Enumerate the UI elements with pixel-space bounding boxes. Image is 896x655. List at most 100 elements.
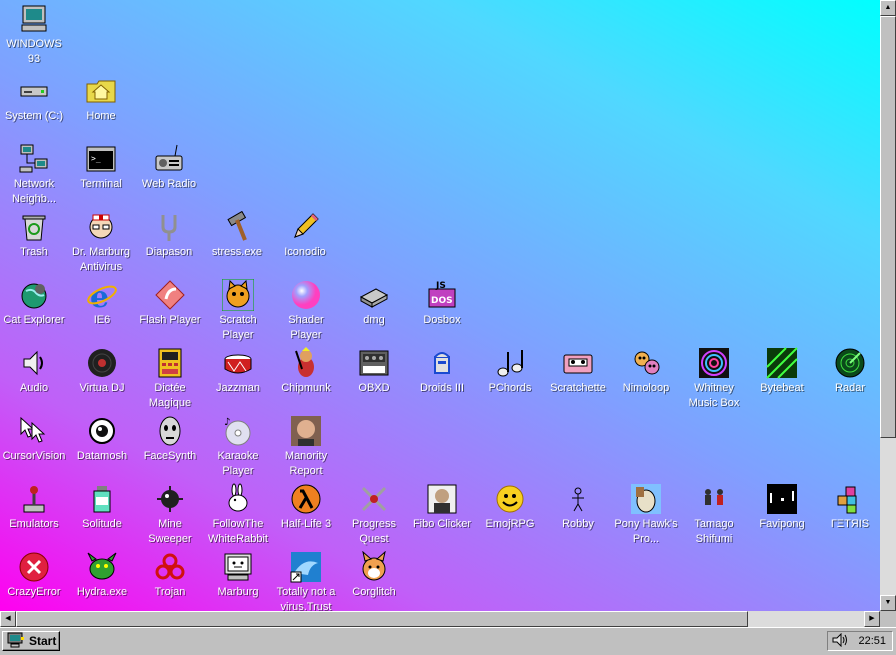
desktop-icon-ponyhawk[interactable]: Pony Hawk's Pro... [613,480,679,548]
desktop-icon-cursorvision[interactable]: CursorVision [1,412,67,480]
desktop-icon-bytebeat[interactable]: Bytebeat [749,344,815,412]
desktop-icon-ie6[interactable]: e IE6 [69,276,135,344]
desktop-icon-stress[interactable]: stress.exe [204,208,270,276]
vertical-scrollbar[interactable]: ▲ ▼ [880,0,896,611]
biohazard-icon [153,550,187,584]
desktop-icon-progressquest[interactable]: Progress Quest [341,480,407,548]
desktop-icon-label: Web Radio [141,178,197,190]
desktop-icon-trojan[interactable]: Trojan [137,548,203,611]
desktop-icon-home[interactable]: Home [68,72,134,140]
desktop-icon-label: Dosbox [423,314,461,326]
desktop-icon-favipong[interactable]: Favipong [749,480,815,548]
desktop-icon-label: CrazyError [7,586,61,598]
cassette-icon [561,346,595,380]
windows93-logo-icon [7,632,29,651]
desktop-icon-tetris[interactable]: ΓΞΤЯΙS [817,480,880,548]
desktop-icon-marburg[interactable]: Marburg [205,548,271,611]
cursors-icon [17,414,51,448]
desktop-icon-diapason[interactable]: Diapason [136,208,202,276]
desktop-icon-corglitch[interactable]: Corglitch [341,548,407,611]
desktop-icon-shader[interactable]: Shader Player [273,276,339,344]
pony-icon [629,482,663,516]
scratch-cat-icon [221,278,255,312]
scroll-right-button[interactable]: ▶ [864,611,880,627]
mine-icon [153,482,187,516]
desktop-icon-audio[interactable]: Audio [1,344,67,412]
desktop-icon-trash[interactable]: Trash [1,208,67,276]
desktop-icon-iconodio[interactable]: Iconodio [272,208,338,276]
desktop-icon-network[interactable]: Network Neighb... [1,140,67,208]
desktop-icon-virtuadj[interactable]: Virtua DJ [69,344,135,412]
desktop-icon-flashplayer[interactable]: Flash Player [137,276,203,344]
clock: 22:51 [858,635,886,647]
desktop-icon-label: Diapason [145,246,193,258]
desktop-icon-label: Trojan [154,586,186,598]
desktop-icon-dictee[interactable]: Dictée Magique [137,344,203,412]
desktop-icon-karaoke[interactable]: ♪ Karaoke Player [205,412,271,480]
desktop-icon-followrabbit[interactable]: FollowThe WhiteRabbit [205,480,271,548]
desktop-icon-scratch[interactable]: Scratch Player [205,276,271,344]
start-button[interactable]: Start [2,631,60,651]
corgi-icon [357,550,391,584]
horizontal-scroll-thumb[interactable] [16,611,748,627]
desktop-icon-label: Jazzman [215,382,261,394]
desktop-icon-terminal[interactable]: >_ Terminal [68,140,134,208]
desktop-icon-jazzman[interactable]: Jazzman [205,344,271,412]
desktop-icon-catexplorer[interactable]: Cat Explorer [1,276,67,344]
desktop: WINDOWS 93 System (C:) Home Network Neighb.… [0,0,880,611]
desktop-icon-whitney[interactable]: Whitney Music Box [681,344,747,412]
desktop-icon-label: System (C:) [4,110,64,122]
desktop-icon-label: Karaoke Player [217,450,259,477]
taskbar: Start 22:51 [0,627,896,655]
pencil-icon [288,210,322,244]
scroll-up-button[interactable]: ▲ [880,0,896,16]
desktop-icon-solitude[interactable]: Solitude [69,480,135,548]
desktop-icon-emojirpg[interactable]: EmojRPG [477,480,543,548]
note-icon [493,346,527,380]
desktop-icon-manority[interactable]: Manority Report [273,412,339,480]
desktop-icon-crazyerror[interactable]: CrazyError [1,548,67,611]
desktop-icon-marburg-av[interactable]: Dr. Marburg Antivirus [68,208,134,276]
desktop-icon-windows93[interactable]: WINDOWS 93 [1,0,67,68]
desktop-icon-system-c[interactable]: System (C:) [1,72,67,140]
desktop-icon-tamago[interactable]: Tamago Shifumi [681,480,747,548]
desktop-icon-chipmunk[interactable]: Chipmunk [273,344,339,412]
desktop-icon-minesweeper[interactable]: Mine Sweeper [137,480,203,548]
svg-text:♪: ♪ [224,417,230,428]
scroll-left-button[interactable]: ◀ [0,611,16,627]
desktop-icon-label: Radar [835,382,865,394]
volume-icon[interactable] [832,632,848,650]
desktop-icon-obxd[interactable]: OBXD [341,344,407,412]
desktop-icon-datamosh[interactable]: Datamosh [69,412,135,480]
cartridge-icon [357,278,391,312]
desktop-icon-label: Datamosh [76,450,128,462]
desktop-icon-emulators[interactable]: Emulators [1,480,67,548]
drum-icon [221,346,255,380]
desktop-icon-notavirus[interactable]: Totally not a virus.Trust [273,548,339,611]
desktop-icon-facesynth[interactable]: FaceSynth [137,412,203,480]
desktop-icon-label: ΓΞΤЯΙS [830,518,870,530]
scroll-down-button[interactable]: ▼ [880,595,896,611]
computer-icon [17,2,51,36]
desktop-icon-fiboclicker[interactable]: Fibo Clicker [409,480,475,548]
desktop-icon-webradio[interactable]: Web Radio [136,140,202,208]
vertical-scroll-thumb[interactable] [880,16,896,438]
horizontal-scrollbar[interactable]: ◀ ▶ [0,611,880,627]
start-label: Start [29,634,57,648]
desktop-icon-label: Iconodio [284,246,326,258]
desktop-icon-droids[interactable]: Droids III [409,344,475,412]
creature-icon [629,346,663,380]
desktop-icon-scratchette[interactable]: Scratchette [545,344,611,412]
desktop-icon-pchords[interactable]: PChords [477,344,543,412]
cat-globe-icon [17,278,51,312]
desktop-icon-nimoloop[interactable]: Nimoloop [613,344,679,412]
desktop-icon-robby[interactable]: Robby [545,480,611,548]
lambda-icon [289,482,323,516]
desktop-icon-dmg[interactable]: dmg [341,276,407,344]
desktop-icon-radar[interactable]: Radar [817,344,880,412]
desktop-icon-hydra[interactable]: Hydra.exe [69,548,135,611]
desktop-icon-dosbox[interactable]: JS DOS Dosbox [409,276,475,344]
desktop-icon-halflife3[interactable]: Half-Life 3 [273,480,339,548]
desktop-icon-label: Progress Quest [351,518,397,545]
desktop-icon-label: Bytebeat [760,382,804,394]
